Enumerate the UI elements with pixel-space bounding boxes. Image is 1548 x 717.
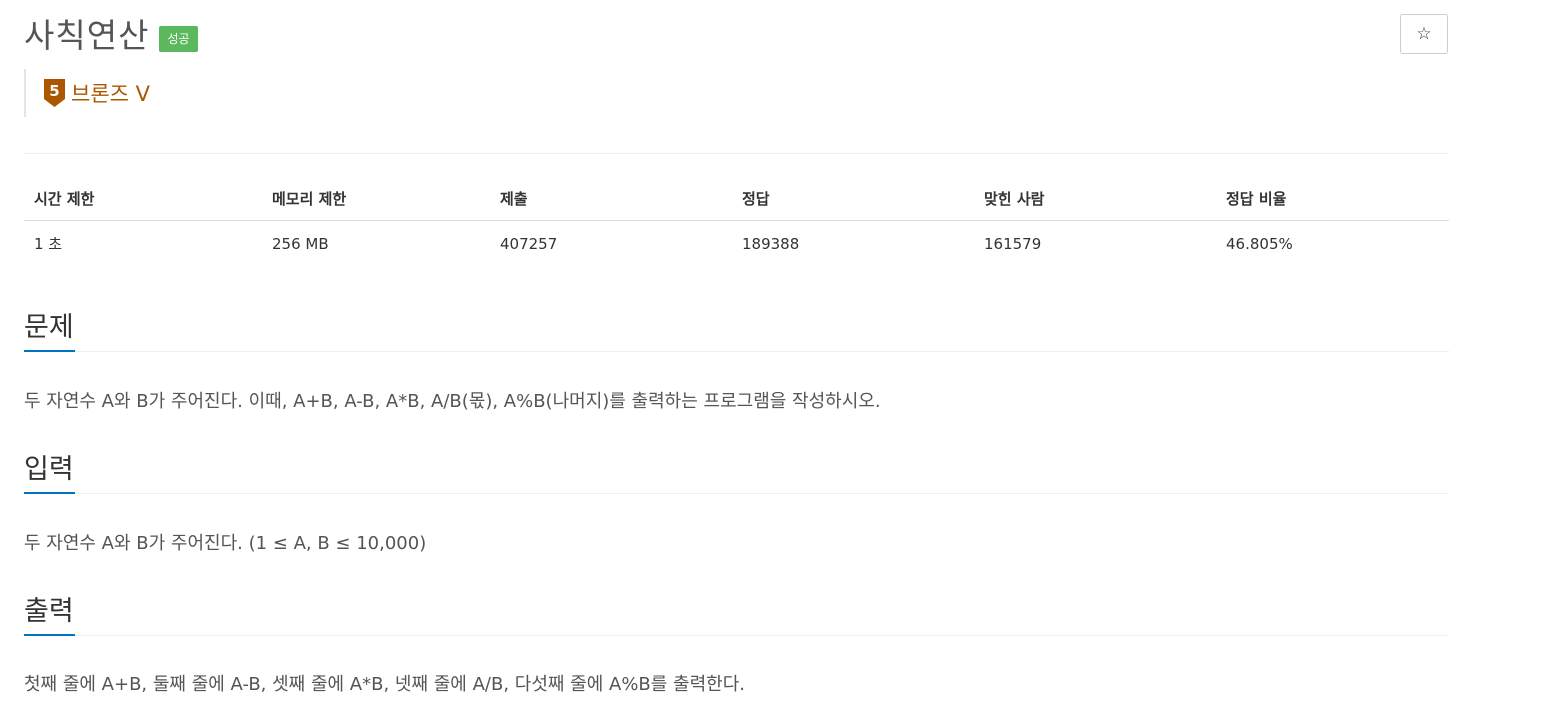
output-text: 첫째 줄에 A+B, 둘째 줄에 A-B, 셋째 줄에 A*B, 넷째 줄에 A… [24,674,746,695]
input-section-header: 입력 [24,450,1449,494]
result-badge[interactable]: 성공 [159,26,198,52]
stats-value-row: 1 초 256 MB 407257 189388 161579 46.805% [24,221,1449,265]
output-title: 출력 [24,596,74,627]
stats-header-submissions: 제출 [490,178,732,221]
problem-title: 사칙연산 [24,16,150,55]
star-button[interactable]: ☆ [1400,14,1448,54]
input-title-underline [24,492,75,494]
description-title: 문제 [24,312,74,343]
title-row: 사칙연산 성공 [24,14,198,58]
description-title-underline [24,350,75,352]
stats-memory-limit: 256 MB [272,234,329,253]
stats-header-memory-limit: 메모리 제한 [262,178,490,221]
problem-stats-table: 시간 제한 메모리 제한 제출 정답 맞힌 사람 정답 비율 1 초 256 M… [24,178,1449,264]
stats-solved-users[interactable]: 161579 [974,221,1216,265]
tier-label[interactable]: 브론즈 V [71,78,150,108]
output-divider [75,635,1449,636]
output-section-header: 출력 [24,592,1449,636]
star-icon: ☆ [1416,24,1432,44]
stats-submissions[interactable]: 407257 [490,221,732,265]
input-text: 두 자연수 A와 B가 주어진다. (1 ≤ A, B ≤ 10,000) [24,533,427,554]
stats-header-time-limit: 시간 제한 [24,178,262,221]
tier-info: 5 브론즈 V [24,69,150,117]
stats-header-row: 시간 제한 메모리 제한 제출 정답 맞힌 사람 정답 비율 [24,178,1449,221]
stats-time-limit: 1 초 [34,235,63,253]
tier-bronze-icon: 5 [44,79,65,107]
output-title-underline [24,634,75,636]
description-section-header: 문제 [24,308,1449,352]
stats-header-solved-users: 맞힌 사람 [974,178,1216,221]
description-divider [75,351,1449,352]
input-divider [75,493,1449,494]
stats-header-accepted: 정답 [732,178,974,221]
description-text: 두 자연수 A와 B가 주어진다. 이때, A+B, A-B, A*B, A/B… [24,391,881,412]
header-divider [24,153,1449,154]
tier-number: 5 [49,82,59,100]
stats-accept-ratio: 46.805% [1226,234,1293,253]
stats-header-accept-ratio: 정답 비율 [1216,178,1449,221]
stats-accepted[interactable]: 189388 [732,221,974,265]
input-title: 입력 [24,454,74,485]
